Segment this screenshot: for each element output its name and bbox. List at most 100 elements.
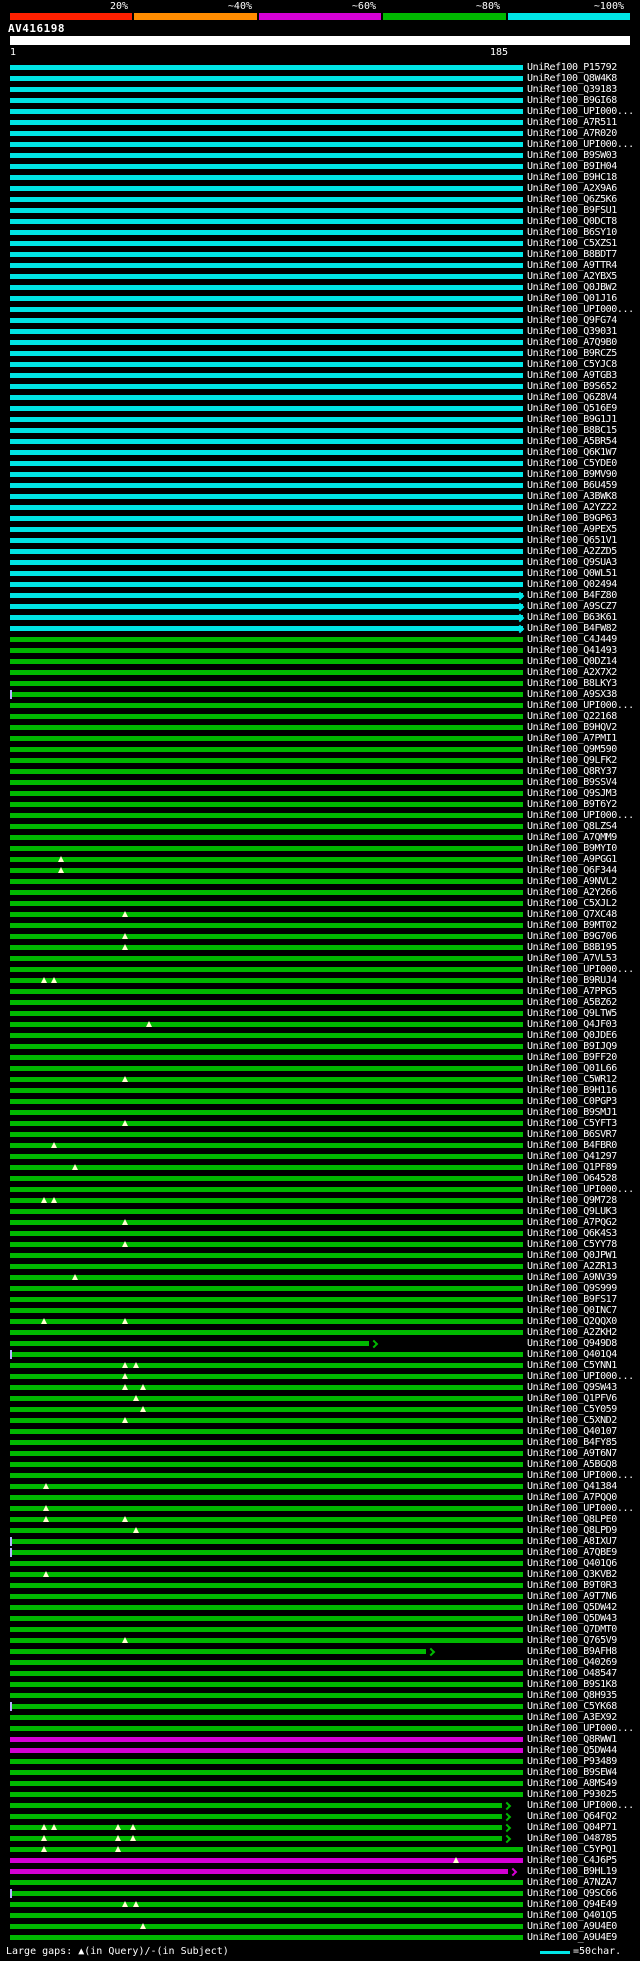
hit-accession-label[interactable]: UniRef100_Q401Q5 [527,1910,617,1921]
alignment-row[interactable]: UniRef100_Q64FQ2 [0,1811,640,1822]
hit-accession-label[interactable]: UniRef100_UPI000... [527,304,634,315]
alignment-row[interactable]: UniRef100_A7R511 [0,117,640,128]
hit-accession-label[interactable]: UniRef100_B9G1J1 [527,414,617,425]
hit-accession-label[interactable]: UniRef100_Q9SJM3 [527,788,617,799]
alignment-row[interactable]: UniRef100_A2ZR13 [0,1261,640,1272]
alignment-row[interactable]: UniRef100_Q401Q5 [0,1910,640,1921]
hit-accession-label[interactable]: UniRef100_Q40269 [527,1657,617,1668]
alignment-row[interactable]: UniRef100_C5XND2 [0,1415,640,1426]
alignment-row[interactable]: UniRef100_Q41493 [0,645,640,656]
alignment-row[interactable]: UniRef100_B8BDT7 [0,249,640,260]
hit-accession-label[interactable]: UniRef100_B9FSU1 [527,205,617,216]
alignment-row[interactable]: UniRef100_B4FBR0 [0,1140,640,1151]
alignment-row[interactable]: UniRef100_A9T6N7 [0,1448,640,1459]
alignment-row[interactable]: UniRef100_A7Q9B0 [0,337,640,348]
alignment-row[interactable]: UniRef100_B4FZ80 [0,590,640,601]
alignment-row[interactable]: UniRef100_Q8RY37 [0,766,640,777]
hit-accession-label[interactable]: UniRef100_A5BR54 [527,436,617,447]
hit-accession-label[interactable]: UniRef100_A7QBE9 [527,1547,617,1558]
hit-accession-label[interactable]: UniRef100_B9HQV2 [527,722,617,733]
alignment-row[interactable]: UniRef100_B9T6Y2 [0,799,640,810]
alignment-row[interactable]: UniRef100_B9SEW4 [0,1767,640,1778]
hit-accession-label[interactable]: UniRef100_Q0DZ14 [527,656,617,667]
hit-accession-label[interactable]: UniRef100_A8MS49 [527,1778,617,1789]
alignment-row[interactable]: UniRef100_A9T7N6 [0,1591,640,1602]
hit-accession-label[interactable]: UniRef100_Q9M590 [527,744,617,755]
alignment-row[interactable]: UniRef100_Q22168 [0,711,640,722]
alignment-row[interactable]: UniRef100_A7QBE9 [0,1547,640,1558]
hit-accession-label[interactable]: UniRef100_C5YDE0 [527,458,617,469]
alignment-row[interactable]: UniRef100_A7PQG2 [0,1217,640,1228]
hit-accession-label[interactable]: UniRef100_A2YBX5 [527,271,617,282]
hit-accession-label[interactable]: UniRef100_P93489 [527,1756,617,1767]
alignment-row[interactable]: UniRef100_Q0JDE6 [0,1030,640,1041]
hit-accession-label[interactable]: UniRef100_A7R020 [527,128,617,139]
alignment-row[interactable]: UniRef100_B9SSV4 [0,777,640,788]
alignment-row[interactable]: UniRef100_Q8H935 [0,1690,640,1701]
alignment-row[interactable]: UniRef100_Q1PF89 [0,1162,640,1173]
hit-accession-label[interactable]: UniRef100_UPI000... [527,1503,634,1514]
alignment-row[interactable]: UniRef100_A2YBX5 [0,271,640,282]
alignment-row[interactable]: UniRef100_C5YY78 [0,1239,640,1250]
alignment-row[interactable]: UniRef100_UPI000... [0,964,640,975]
alignment-row[interactable]: UniRef100_P93489 [0,1756,640,1767]
alignment-row[interactable]: UniRef100_A3EX92 [0,1712,640,1723]
hit-accession-label[interactable]: UniRef100_UPI000... [527,1800,634,1811]
alignment-row[interactable]: UniRef100_Q9LFK2 [0,755,640,766]
alignment-row[interactable]: UniRef100_Q4JF03 [0,1019,640,1030]
hit-accession-label[interactable]: UniRef100_B4FY85 [527,1437,617,1448]
hit-accession-label[interactable]: UniRef100_B9S652 [527,381,617,392]
hit-accession-label[interactable]: UniRef100_Q8W4K8 [527,73,617,84]
alignment-row[interactable]: UniRef100_O48547 [0,1668,640,1679]
alignment-row[interactable]: UniRef100_B8LKY3 [0,678,640,689]
hit-accession-label[interactable]: UniRef100_B9RUJ4 [527,975,617,986]
hit-accession-label[interactable]: UniRef100_Q5DW43 [527,1613,617,1624]
alignment-row[interactable]: UniRef100_A3BWK8 [0,491,640,502]
hit-accession-label[interactable]: UniRef100_Q22168 [527,711,617,722]
hit-accession-label[interactable]: UniRef100_Q949D8 [527,1338,617,1349]
hit-accession-label[interactable]: UniRef100_A7PQQ0 [527,1492,617,1503]
alignment-row[interactable]: UniRef100_Q3KVB2 [0,1569,640,1580]
alignment-row[interactable]: UniRef100_UPI000... [0,1470,640,1481]
alignment-row[interactable]: UniRef100_Q5DW42 [0,1602,640,1613]
alignment-row[interactable]: UniRef100_O64528 [0,1173,640,1184]
hit-accession-label[interactable]: UniRef100_UPI000... [527,1470,634,1481]
alignment-row[interactable]: UniRef100_A2ZKH2 [0,1327,640,1338]
hit-accession-label[interactable]: UniRef100_A2YZ22 [527,502,617,513]
hit-accession-label[interactable]: UniRef100_P93025 [527,1789,617,1800]
alignment-row[interactable]: UniRef100_C5YJC8 [0,359,640,370]
alignment-row[interactable]: UniRef100_Q949D8 [0,1338,640,1349]
hit-accession-label[interactable]: UniRef100_Q8RWW1 [527,1734,617,1745]
alignment-row[interactable]: UniRef100_B9IH04 [0,161,640,172]
hit-accession-label[interactable]: UniRef100_A7NZA7 [527,1877,617,1888]
hit-accession-label[interactable]: UniRef100_Q8RY37 [527,766,617,777]
alignment-row[interactable]: UniRef100_Q9SUA3 [0,557,640,568]
alignment-row[interactable]: UniRef100_B6SVR7 [0,1129,640,1140]
alignment-row[interactable]: UniRef100_A9SCZ7 [0,601,640,612]
alignment-row[interactable]: UniRef100_Q9FG74 [0,315,640,326]
alignment-row[interactable]: UniRef100_B9HQV2 [0,722,640,733]
hit-accession-label[interactable]: UniRef100_Q2QQX0 [527,1316,617,1327]
alignment-row[interactable]: UniRef100_B9H116 [0,1085,640,1096]
hit-accession-label[interactable]: UniRef100_Q401Q6 [527,1558,617,1569]
hit-accession-label[interactable]: UniRef100_B9IJQ9 [527,1041,617,1052]
alignment-row[interactable]: UniRef100_B9RCZ5 [0,348,640,359]
hit-accession-label[interactable]: UniRef100_B6U459 [527,480,617,491]
hit-accession-label[interactable]: UniRef100_A9U4E0 [527,1921,617,1932]
alignment-row[interactable]: UniRef100_B9SW03 [0,150,640,161]
alignment-row[interactable]: UniRef100_Q40269 [0,1657,640,1668]
hit-accession-label[interactable]: UniRef100_C5YY78 [527,1239,617,1250]
hit-accession-label[interactable]: UniRef100_B9T6Y2 [527,799,617,810]
hit-accession-label[interactable]: UniRef100_C0PGP3 [527,1096,617,1107]
hit-accession-label[interactable]: UniRef100_UPI000... [527,810,634,821]
alignment-row[interactable]: UniRef100_A9PEX5 [0,524,640,535]
alignment-row[interactable]: UniRef100_Q9SC66 [0,1888,640,1899]
hit-accession-label[interactable]: UniRef100_A5BZ62 [527,997,617,1008]
alignment-row[interactable]: UniRef100_Q9M590 [0,744,640,755]
hit-accession-label[interactable]: UniRef100_Q6Z8V4 [527,392,617,403]
alignment-row[interactable]: UniRef100_C4J449 [0,634,640,645]
hit-accession-label[interactable]: UniRef100_Q765V9 [527,1635,617,1646]
alignment-row[interactable]: UniRef100_Q6Z8V4 [0,392,640,403]
alignment-row[interactable]: UniRef100_UPI000... [0,1371,640,1382]
alignment-row[interactable]: UniRef100_Q9LTW5 [0,1008,640,1019]
